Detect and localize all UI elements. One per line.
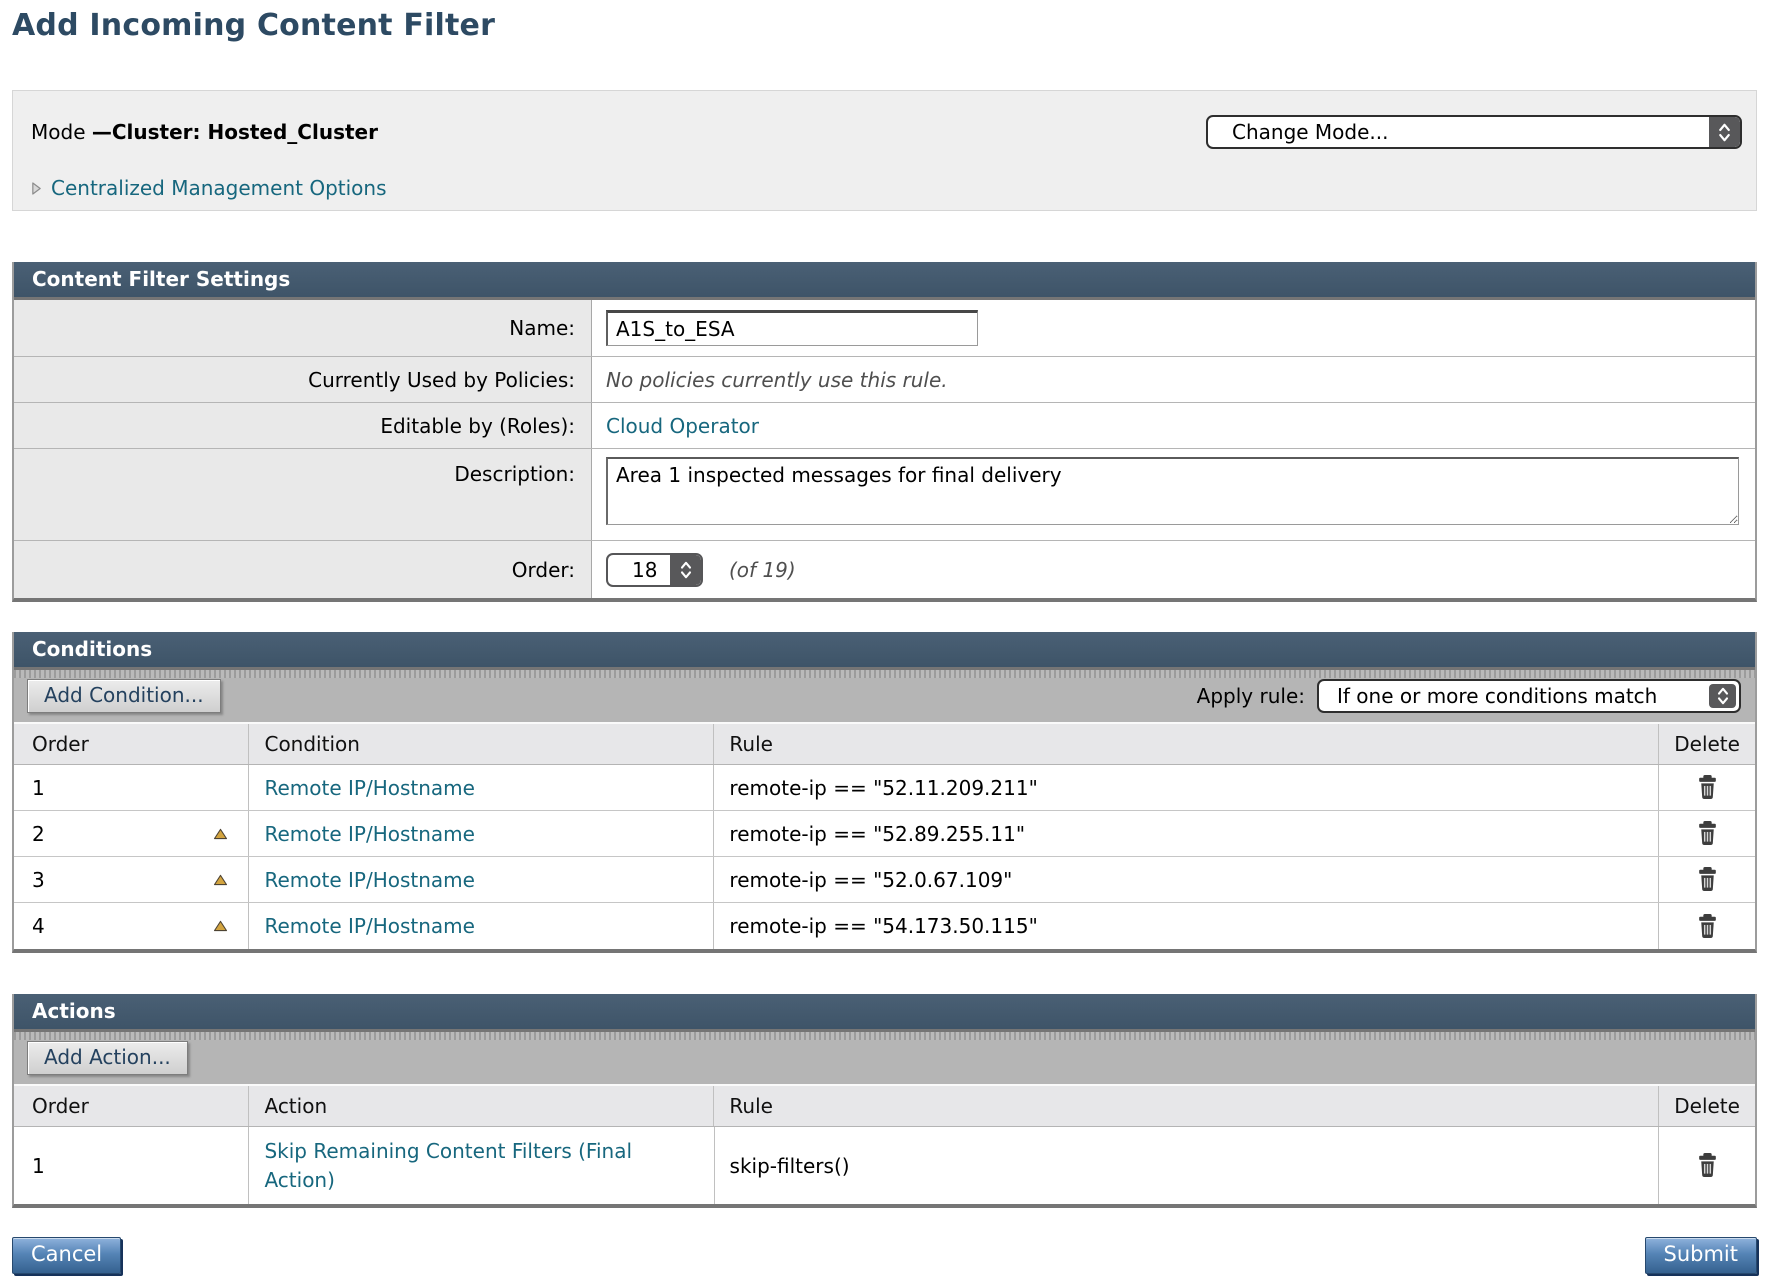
description-textarea[interactable]: Area 1 inspected messages for final deli… — [606, 457, 1739, 525]
actions-toolbar: Add Action... — [14, 1032, 1755, 1084]
move-up-button[interactable] — [213, 828, 228, 840]
submit-button[interactable]: Submit — [1645, 1237, 1758, 1274]
order-select-value: 18 — [608, 558, 657, 582]
conditions-header: Conditions — [14, 632, 1755, 670]
condition-rule: remote-ip == "54.173.50.115" — [729, 914, 1037, 938]
page-title: Add Incoming Content Filter — [12, 8, 1757, 44]
column-header-rule: Rule — [713, 1086, 1658, 1126]
condition-order: 1 — [32, 776, 45, 800]
mode-label: Mode — [31, 120, 92, 144]
condition-link[interactable]: Remote IP/Hostname — [264, 914, 474, 938]
action-rule: skip-filters() — [730, 1154, 850, 1178]
centralized-management-options-row[interactable]: Centralized Management Options — [31, 176, 1742, 200]
page: Add Incoming Content Filter Mode —Cluste… — [0, 0, 1770, 1274]
trash-icon — [1696, 914, 1719, 939]
delete-button[interactable] — [1694, 912, 1721, 941]
condition-rule: remote-ip == "52.89.255.11" — [729, 822, 1025, 846]
conditions-table-header: Order Condition Rule Delete — [14, 722, 1755, 765]
condition-order: 4 — [32, 914, 45, 938]
action-link[interactable]: Skip Remaining Content Filters (Final Ac… — [264, 1137, 643, 1195]
conditions-table: Order Condition Rule Delete 1 Remote IP/… — [14, 722, 1755, 949]
mode-value: —Cluster: Hosted_Cluster — [92, 120, 378, 144]
condition-link[interactable]: Remote IP/Hostname — [264, 822, 474, 846]
description-label: Description: — [14, 449, 592, 540]
condition-row: 4 Remote IP/Hostname remote-ip == "54.17… — [14, 903, 1755, 949]
order-label: Order: — [14, 541, 592, 598]
condition-rule: remote-ip == "52.11.209.211" — [729, 776, 1037, 800]
name-input[interactable] — [606, 310, 978, 346]
description-row: Description: Area 1 inspected messages f… — [14, 449, 1755, 541]
content-filter-settings-section: Content Filter Settings Name: Currently … — [12, 262, 1757, 602]
delete-button[interactable] — [1694, 865, 1721, 894]
column-header-rule: Rule — [713, 724, 1658, 764]
name-label: Name: — [14, 300, 592, 356]
policies-value: No policies currently use this rule. — [606, 368, 948, 392]
apply-rule-select-value: If one or more conditions match — [1319, 684, 1657, 708]
condition-link[interactable]: Remote IP/Hostname — [264, 776, 474, 800]
condition-row: 2 Remote IP/Hostname remote-ip == "52.89… — [14, 811, 1755, 857]
condition-link[interactable]: Remote IP/Hostname — [264, 868, 474, 892]
condition-row: 1 Remote IP/Hostname remote-ip == "52.11… — [14, 765, 1755, 811]
apply-rule-label: Apply rule: — [1197, 684, 1305, 708]
actions-table-header: Order Action Rule Delete — [14, 1084, 1755, 1127]
centralized-management-options-link[interactable]: Centralized Management Options — [51, 176, 387, 200]
mode-panel: Mode —Cluster: Hosted_Cluster Change Mod… — [12, 90, 1757, 211]
column-header-delete: Delete — [1658, 724, 1755, 764]
order-of-note: (of 19) — [729, 558, 796, 582]
select-spinner-icon — [1709, 684, 1736, 708]
delete-button[interactable] — [1694, 819, 1721, 848]
roles-label: Editable by (Roles): — [14, 403, 592, 448]
policies-label: Currently Used by Policies: — [14, 357, 592, 402]
actions-section: Actions Add Action... Order Action Rule … — [12, 994, 1757, 1208]
column-header-action: Action — [248, 1086, 713, 1126]
order-select[interactable]: 18 — [606, 553, 703, 587]
disclosure-triangle-icon — [31, 181, 42, 196]
trash-icon — [1696, 1153, 1719, 1178]
add-action-button[interactable]: Add Action... — [27, 1041, 188, 1075]
column-header-order: Order — [14, 724, 248, 764]
condition-order: 3 — [32, 868, 45, 892]
footer-button-row: Cancel Submit — [12, 1237, 1757, 1274]
trash-icon — [1696, 821, 1719, 846]
add-condition-button[interactable]: Add Condition... — [27, 679, 221, 713]
change-mode-select-value: Change Mode... — [1208, 120, 1389, 144]
trash-icon — [1696, 867, 1719, 892]
move-up-button[interactable] — [213, 920, 228, 932]
name-row: Name: — [14, 300, 1755, 357]
move-up-button[interactable] — [213, 874, 228, 886]
column-header-order: Order — [14, 1086, 248, 1126]
cancel-button[interactable]: Cancel — [12, 1237, 121, 1274]
condition-row: 3 Remote IP/Hostname remote-ip == "52.0.… — [14, 857, 1755, 903]
column-header-condition: Condition — [248, 724, 713, 764]
actions-table: Order Action Rule Delete 1 Skip Remainin… — [14, 1084, 1755, 1204]
action-order: 1 — [32, 1154, 45, 1178]
change-mode-select[interactable]: Change Mode... — [1206, 115, 1742, 149]
actions-header: Actions — [14, 994, 1755, 1032]
delete-button[interactable] — [1694, 773, 1721, 802]
conditions-toolbar: Add Condition... Apply rule: If one or m… — [14, 670, 1755, 722]
condition-order: 2 — [32, 822, 45, 846]
apply-rule-select[interactable]: If one or more conditions match — [1317, 679, 1741, 713]
cloud-operator-link[interactable]: Cloud Operator — [606, 414, 759, 438]
policies-row: Currently Used by Policies: No policies … — [14, 357, 1755, 403]
conditions-section: Conditions Add Condition... Apply rule: … — [12, 632, 1757, 953]
mode-text: Mode —Cluster: Hosted_Cluster — [31, 120, 378, 144]
action-row: 1 Skip Remaining Content Filters (Final … — [14, 1127, 1755, 1204]
column-header-delete: Delete — [1658, 1086, 1755, 1126]
delete-button[interactable] — [1694, 1151, 1721, 1180]
select-spinner-icon — [1709, 117, 1740, 147]
select-spinner-icon — [670, 555, 701, 585]
condition-rule: remote-ip == "52.0.67.109" — [729, 868, 1012, 892]
order-row: Order: 18 (of 19) — [14, 541, 1755, 598]
roles-row: Editable by (Roles): Cloud Operator — [14, 403, 1755, 449]
trash-icon — [1696, 775, 1719, 800]
content-filter-settings-header: Content Filter Settings — [14, 262, 1755, 300]
